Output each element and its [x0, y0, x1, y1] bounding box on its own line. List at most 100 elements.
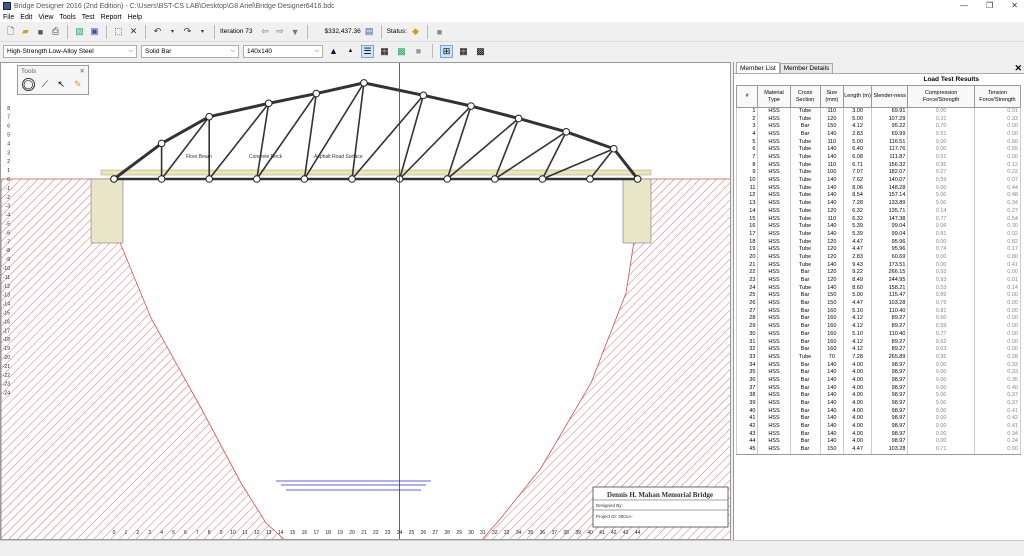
- table-row[interactable]: 13 HSS Tube 140 7.28 133.89 0.00 0.34: [735, 200, 1022, 208]
- table-row[interactable]: 36 HSS Bar 140 4.00 98.97 0.00 0.35: [735, 376, 1022, 385]
- table-row[interactable]: 22 HSS Bar 120 9.22 266.15 0.93 0.00: [735, 269, 1022, 277]
- table-row[interactable]: 18 HSS Tube 120 4.47 95.96 0.00 0.82: [735, 238, 1022, 247]
- select-all-icon[interactable]: ⬚: [112, 25, 125, 38]
- table-row[interactable]: 15 HSS Tube 110 6.32 147.38 0.77 0.54: [735, 215, 1022, 224]
- print-icon[interactable]: ⎙: [49, 25, 62, 38]
- table-row[interactable]: 16 HSS Tube 140 5.39 99.04 0.06 0.30: [735, 223, 1022, 231]
- table-row[interactable]: 31 HSS Bar 160 4.12 89.27 0.62 0.00: [735, 338, 1022, 347]
- member-tool-icon[interactable]: ⟋: [39, 78, 51, 91]
- table-row[interactable]: 28 HSS Bar 160 4.12 89.27 0.60 0.00: [735, 315, 1022, 324]
- table-row[interactable]: 38 HSS Bar 140 4.00 98.97 0.00 0.37: [735, 392, 1022, 400]
- size-select[interactable]: 140x140 ⌵: [243, 44, 323, 58]
- table-row[interactable]: 35 HSS Bar 140 4.00 98.97 0.00 0.33: [735, 369, 1022, 377]
- member-table-icon[interactable]: ▦: [378, 45, 391, 58]
- grid-coarse-icon[interactable]: ⊞: [440, 44, 453, 58]
- table-row[interactable]: 32 HSS Bar 160 4.12 89.27 0.63 0.00: [735, 346, 1022, 354]
- open-folder-icon[interactable]: ▰: [19, 25, 32, 38]
- close-icon[interactable]: ✕: [80, 67, 85, 75]
- drawing-canvas[interactable]: Floor Beam Concrete Deck Asphalt Road Surf…: [0, 62, 731, 540]
- table-row[interactable]: 29 HSS Bar 160 4.12 89.27 0.59 0.00: [735, 323, 1022, 331]
- table-row[interactable]: 40 HSS Bar 140 4.00 98.97 0.00 0.41: [735, 407, 1022, 416]
- col-header[interactable]: Material Type: [757, 85, 791, 108]
- table-row[interactable]: 14 HSS Tube 120 6.32 135.71 0.14 0.27: [735, 207, 1022, 216]
- table-row[interactable]: 24 HSS Tube 140 8.60 158.21 0.53 0.14: [735, 284, 1022, 293]
- table-row[interactable]: 3 HSS Bar 150 4.12 95.22 0.70 0.00: [735, 123, 1022, 131]
- undo-dropdown-icon[interactable]: ▾: [166, 25, 179, 38]
- menu-report[interactable]: Report: [101, 14, 122, 21]
- menu-file[interactable]: File: [3, 14, 14, 21]
- table-row[interactable]: 11 HSS Tube 140 8.06 148.28 0.00 0.44: [735, 184, 1022, 193]
- menu-view[interactable]: View: [38, 14, 53, 21]
- table-row[interactable]: 39 HSS Bar 140 4.00 98.97 0.00 0.37: [735, 399, 1022, 408]
- member-numbers-icon[interactable]: ▩: [395, 45, 408, 58]
- maximize-icon[interactable]: ❐: [986, 1, 993, 10]
- bridge-drawing[interactable]: Floor Beam Concrete Deck Asphalt Road Surf…: [1, 63, 731, 540]
- back-iteration-icon[interactable]: ⇦: [259, 25, 272, 38]
- new-file-icon[interactable]: 🗋: [4, 25, 17, 38]
- menu-test[interactable]: Test: [82, 14, 95, 21]
- table-row[interactable]: 27 HSS Bar 160 5.10 110.40 0.81 0.00: [735, 307, 1022, 316]
- table-row[interactable]: 1 HSS Tube 110 3.00 69.91 0.00 0.91: [735, 107, 1022, 116]
- menu-tools[interactable]: Tools: [59, 14, 75, 21]
- menu-edit[interactable]: Edit: [20, 14, 32, 21]
- eraser-tool-icon[interactable]: ✎: [72, 78, 84, 91]
- table-row[interactable]: 25 HSS Bar 150 5.00 115.47 0.89 0.00: [735, 292, 1022, 300]
- menu-help[interactable]: Help: [128, 14, 142, 21]
- table-row[interactable]: 42 HSS Bar 140 4.00 98.97 0.00 0.41: [735, 423, 1022, 431]
- table-row[interactable]: 17 HSS Tube 140 5.39 99.04 0.81 0.02: [735, 230, 1022, 239]
- table-row[interactable]: 8 HSS Tube 110 6.71 156.32 0.95 0.12: [735, 161, 1022, 170]
- close-icon[interactable]: ✕: [1014, 63, 1022, 74]
- decrease-size-icon[interactable]: ▲: [344, 45, 357, 58]
- section-select[interactable]: Solid Bar ⌵: [141, 44, 239, 58]
- redo-icon[interactable]: ↷: [181, 25, 194, 38]
- member-color-icon[interactable]: ■: [412, 45, 425, 58]
- col-header[interactable]: Size (mm): [819, 85, 845, 108]
- save-icon[interactable]: ■: [34, 25, 47, 38]
- tab-member-details[interactable]: Member Details: [779, 63, 834, 73]
- table-row[interactable]: 9 HSS Tube 100 7.07 182.07 0.27 0.22: [735, 169, 1022, 177]
- table-row[interactable]: 30 HSS Bar 160 5.10 110.40 0.77 0.00: [735, 330, 1022, 339]
- col-header[interactable]: Cross Section: [789, 85, 821, 108]
- table-row[interactable]: 4 HSS Bar 140 2.83 69.99 0.51 0.00: [735, 130, 1022, 139]
- table-row[interactable]: 33 HSS Tube 70 7.28 265.89 0.95 0.28: [735, 353, 1022, 362]
- table-row[interactable]: 43 HSS Bar 140 4.00 98.97 0.00 0.34: [735, 430, 1022, 439]
- grid-medium-icon[interactable]: ▦: [457, 45, 470, 58]
- table-row[interactable]: 5 HSS Tube 110 5.00 116.51 0.00 0.66: [735, 138, 1022, 147]
- table-row[interactable]: 34 HSS Bar 140 4.00 98.97 0.00 0.33: [735, 361, 1022, 370]
- tab-member-list[interactable]: Member List: [736, 62, 780, 73]
- col-header[interactable]: Compression Force/Strength: [907, 85, 975, 108]
- table-row[interactable]: 2 HSS Tube 120 5.00 107.29 0.31 0.33: [735, 115, 1022, 124]
- member-list-icon[interactable]: ☰: [361, 44, 374, 58]
- status-box-icon[interactable]: ■: [433, 25, 446, 38]
- iteration-dropdown-icon[interactable]: ▼: [289, 25, 302, 38]
- increase-size-icon[interactable]: ▲: [327, 45, 340, 58]
- table-row[interactable]: 19 HSS Tube 120 4.47 95.96 0.74 0.17: [735, 246, 1022, 254]
- table-row[interactable]: 12 HSS Tube 140 8.54 157.14 0.00 0.48: [735, 192, 1022, 201]
- redo-dropdown-icon[interactable]: ▾: [196, 25, 209, 38]
- drawing-board-icon[interactable]: ▨: [73, 25, 86, 38]
- delete-icon[interactable]: ✕: [127, 25, 140, 38]
- select-tool-icon[interactable]: ↖: [55, 78, 67, 91]
- cost-report-icon[interactable]: ▤: [363, 25, 376, 38]
- table-row[interactable]: 44 HSS Bar 140 4.00 98.97 0.00 0.24: [735, 438, 1022, 447]
- tools-palette[interactable]: Tools ✕ ◯ ⟋ ↖ ✎: [17, 65, 89, 95]
- close-icon[interactable]: ✕: [1011, 1, 1018, 10]
- material-select[interactable]: High-Strength Low-Alloy Steel ⌵: [3, 44, 137, 58]
- forward-iteration-icon[interactable]: ⇨: [274, 25, 287, 38]
- table-row[interactable]: 45 HSS Bar 150 4.47 103.28 0.71 0.00: [735, 446, 1022, 455]
- undo-icon[interactable]: ↶: [151, 25, 164, 38]
- col-header[interactable]: Length (m): [843, 85, 872, 108]
- table-row[interactable]: 10 HSS Tube 140 7.62 140.07 0.59 0.07: [735, 177, 1022, 185]
- load-test-icon[interactable]: ▣: [88, 25, 101, 38]
- minimize-icon[interactable]: —: [960, 1, 968, 10]
- table-row[interactable]: 21 HSS Tube 140 9.43 173.51 0.00 0.41: [735, 261, 1022, 270]
- col-header[interactable]: Tension Force/Strength: [973, 85, 1022, 108]
- table-row[interactable]: 7 HSS Tube 140 6.08 111.87 0.51 0.00: [735, 153, 1022, 162]
- table-row[interactable]: 23 HSS Bar 120 8.49 244.95 0.93 0.01: [735, 276, 1022, 285]
- grid-fine-icon[interactable]: ▩: [474, 45, 487, 58]
- table-row[interactable]: 20 HSS Tube 120 2.83 60.69 0.00 0.80: [735, 253, 1022, 262]
- table-row[interactable]: 37 HSS Bar 140 4.00 98.97 0.00 0.40: [735, 384, 1022, 393]
- table-row[interactable]: 26 HSS Bar 150 4.47 103.28 0.79 0.00: [735, 300, 1022, 308]
- table-row[interactable]: 6 HSS Tube 140 6.40 117.76 0.00 0.55: [735, 146, 1022, 154]
- joint-tool-icon[interactable]: ◯: [22, 78, 35, 91]
